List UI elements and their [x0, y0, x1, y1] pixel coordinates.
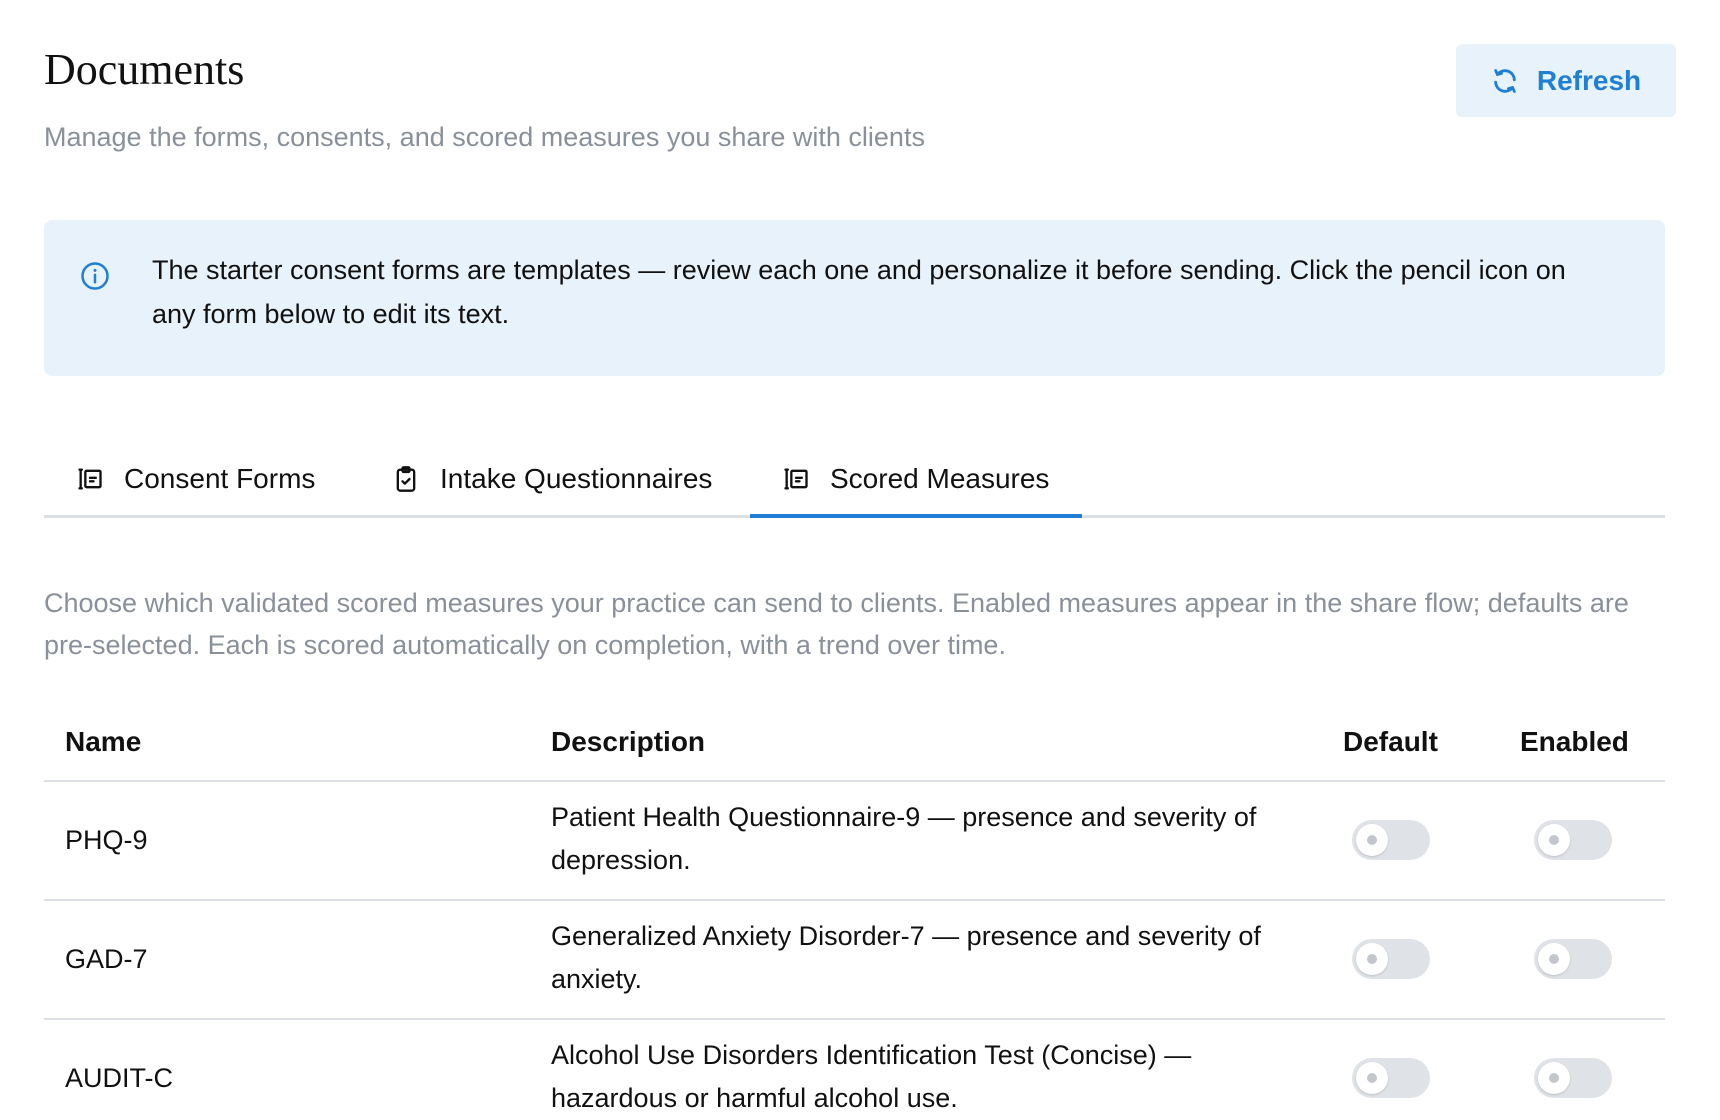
- form-icon: [782, 465, 810, 493]
- form-icon: [76, 465, 104, 493]
- measures-intro: Choose which validated scored measures y…: [44, 588, 1629, 660]
- refresh-button[interactable]: Refresh: [1456, 44, 1676, 117]
- column-header-name: Name: [65, 726, 142, 757]
- page-header: Documents Manage the forms, consents, an…: [44, 0, 1676, 200]
- measure-description: Generalized Anxiety Disorder-7 — presenc…: [551, 921, 1261, 994]
- info-banner-text: The starter consent forms are templates …: [152, 255, 1566, 329]
- column-header-default: Default: [1343, 726, 1438, 757]
- enabled-toggle[interactable]: [1534, 820, 1612, 860]
- clipboard-check-icon: [392, 465, 420, 493]
- page-subtitle: Manage the forms, consents, and scored m…: [44, 122, 925, 152]
- refresh-label: Refresh: [1536, 64, 1642, 96]
- toggle-knob: [1538, 1062, 1570, 1094]
- column-header-description: Description: [551, 726, 706, 757]
- refresh-icon: [1491, 67, 1519, 95]
- tab-label: Intake Questionnaires: [440, 462, 713, 494]
- toggle-knob: [1356, 943, 1388, 975]
- toggle-knob: [1356, 824, 1388, 856]
- default-toggle[interactable]: [1352, 820, 1430, 860]
- info-icon: [80, 260, 110, 290]
- enabled-toggle[interactable]: [1534, 1058, 1612, 1098]
- measure-description: Alcohol Use Disorders Identification Tes…: [551, 1040, 1192, 1113]
- enabled-toggle[interactable]: [1534, 939, 1612, 979]
- toggle-knob: [1356, 1062, 1388, 1094]
- tab-scored-measures[interactable]: Scored Measures: [750, 442, 1083, 518]
- toggle-knob: [1538, 943, 1570, 975]
- table-row: GAD-7 Generalized Anxiety Disorder-7 — p…: [44, 901, 1665, 1020]
- info-banner: The starter consent forms are templates …: [44, 220, 1665, 376]
- measures-table: Name Description Default Enabled PHQ-9 P…: [44, 704, 1665, 1120]
- measure-name: AUDIT-C: [65, 1063, 173, 1093]
- tab-consent-forms[interactable]: Consent Forms: [76, 442, 315, 515]
- table-row: PHQ-9 Patient Health Questionnaire-9 — p…: [44, 782, 1665, 901]
- default-toggle[interactable]: [1352, 939, 1430, 979]
- toggle-knob: [1538, 824, 1570, 856]
- column-header-enabled: Enabled: [1520, 726, 1629, 757]
- tab-label: Scored Measures: [830, 462, 1050, 494]
- document-tabs: Consent Forms Intake Questionnaires Scor…: [44, 442, 1665, 518]
- measure-name: PHQ-9: [65, 825, 148, 855]
- measure-description: Patient Health Questionnaire-9 — presenc…: [551, 802, 1257, 875]
- page-title: Documents: [44, 45, 245, 94]
- table-header: Name Description Default Enabled: [44, 704, 1665, 782]
- tab-label: Consent Forms: [124, 462, 316, 494]
- tab-intake-questionnaires[interactable]: Intake Questionnaires: [392, 442, 712, 515]
- default-toggle[interactable]: [1352, 1058, 1430, 1098]
- table-row: AUDIT-C Alcohol Use Disorders Identifica…: [44, 1020, 1665, 1120]
- documents-page: Documents Manage the forms, consents, an…: [0, 0, 1720, 1120]
- measure-name: GAD-7: [65, 944, 148, 974]
